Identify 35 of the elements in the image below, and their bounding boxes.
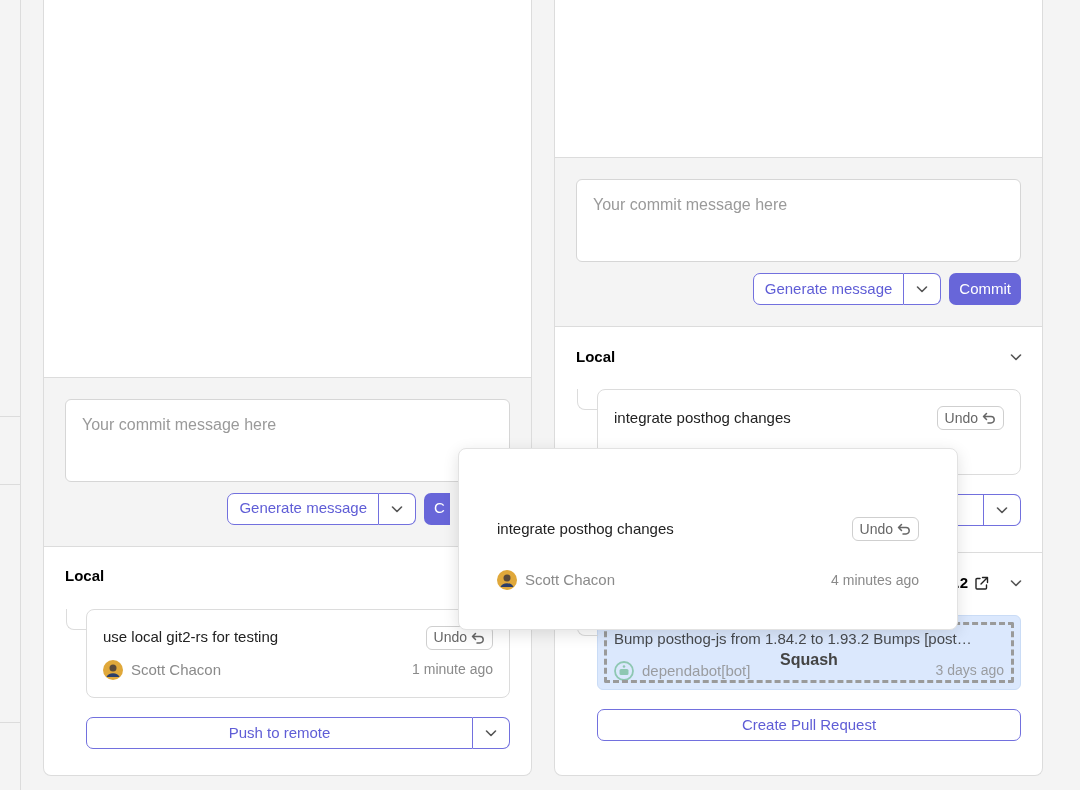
author-name: Scott Chacon (525, 570, 616, 590)
section-title: Local (65, 566, 105, 587)
commit-button[interactable]: Commit (949, 273, 1021, 305)
commit-message-field[interactable]: Your commit message here (65, 398, 510, 482)
external-link-icon (974, 575, 989, 591)
commit-title: use local git2-rs for testing (103, 627, 279, 648)
avatar-icon (497, 570, 517, 591)
commit-button[interactable]: C (424, 492, 450, 525)
commit-title: Bump posthog-js from 1.84.2 to 1.93.2 Bumps [post… (614, 629, 972, 649)
commit-time: 3 days ago (935, 661, 1004, 681)
branch-name: .2 (955, 572, 968, 593)
undo-icon (897, 523, 911, 535)
create-pull-request-button[interactable]: Create Pull Request (597, 709, 1021, 741)
undo-icon (471, 631, 485, 644)
undo-button[interactable]: Undo (851, 517, 919, 541)
commit-message-field[interactable]: Your commit message here (576, 179, 1021, 262)
author-name: Scott Chacon (131, 659, 222, 680)
generate-message-button[interactable]: Generate message (227, 492, 379, 525)
commit-title: integrate posthog changes (614, 407, 791, 428)
commit-title: integrate posthog changes (497, 518, 674, 539)
push-button[interactable]: Push to remote (86, 717, 473, 749)
dropdown-button[interactable] (473, 717, 510, 749)
author-name: dependabot[bot] (642, 660, 751, 681)
generate-message-button[interactable]: Generate message (752, 273, 905, 305)
push-button[interactable] (958, 494, 984, 526)
avatar-icon (103, 659, 123, 680)
undo-button[interactable]: Undo (936, 406, 1004, 430)
drop-zone-label: Squash (780, 652, 838, 668)
section-title: Local (576, 346, 616, 367)
dropdown-button[interactable] (379, 492, 416, 525)
undo-icon (982, 412, 996, 424)
dropdown-button[interactable] (984, 494, 1021, 526)
dropdown-button[interactable] (904, 273, 942, 305)
commit-time: 4 minutes ago (831, 570, 919, 590)
commit-time: 1 minute ago (412, 660, 493, 680)
